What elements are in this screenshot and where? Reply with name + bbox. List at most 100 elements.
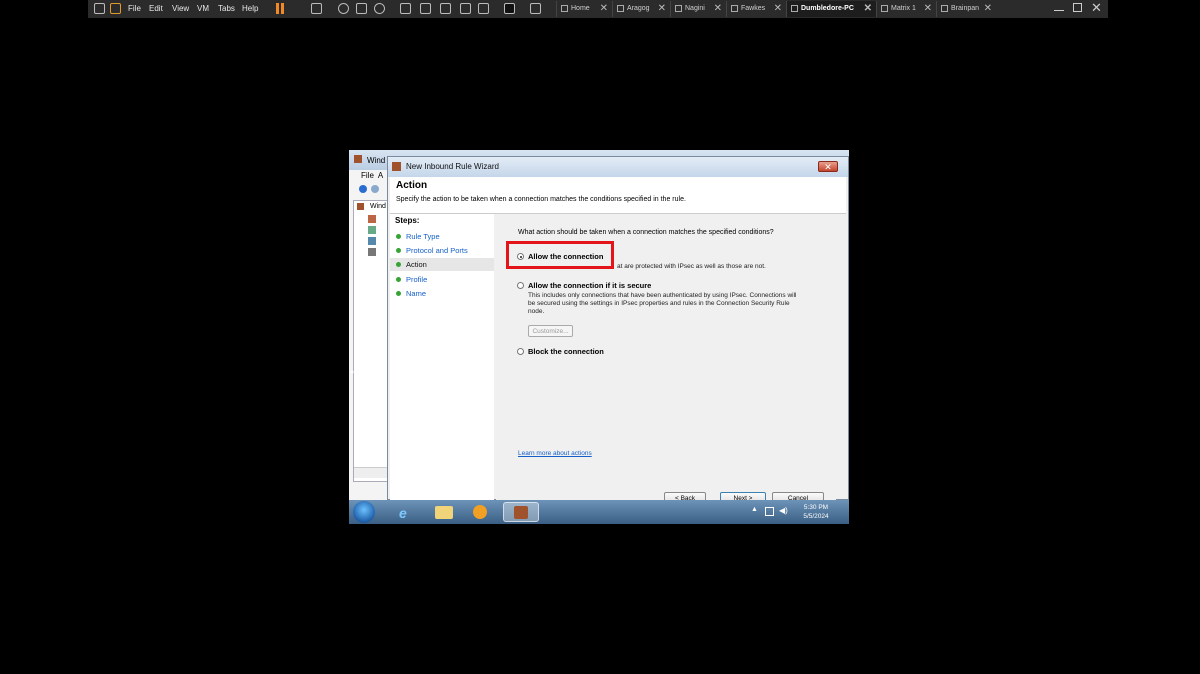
- step-dot-icon: [396, 277, 401, 282]
- step-dot-icon: [396, 234, 401, 239]
- resize-cursor-icon: ⟺: [350, 367, 363, 377]
- menu-vm[interactable]: VM: [197, 4, 209, 13]
- console-icon[interactable]: [504, 3, 515, 14]
- menu-help[interactable]: Help: [242, 4, 258, 13]
- close-icon[interactable]: ✕: [600, 3, 608, 14]
- tree-scrollbar[interactable]: [354, 467, 390, 478]
- fullscreen-icon[interactable]: [440, 3, 451, 14]
- console-menu[interactable]: File A: [361, 171, 383, 180]
- clock[interactable]: 5:30 PM 5/5/2024: [796, 503, 836, 521]
- vm-icon: [731, 5, 738, 12]
- firewall-icon: [392, 162, 401, 171]
- connection-security-icon[interactable]: [368, 237, 376, 245]
- pin-icon[interactable]: [94, 3, 105, 14]
- internet-explorer-button[interactable]: e: [391, 502, 421, 522]
- show-hidden-icons-icon[interactable]: ▲: [751, 506, 758, 513]
- taskbar: e ▲ ◀) 5:30 PM 5/5/2024: [349, 500, 849, 524]
- step-rule-type[interactable]: Rule Type: [390, 230, 494, 243]
- guest-screen[interactable]: Wind File A Wind New Inbound Rule Wizard…: [349, 150, 849, 524]
- stretch-icon[interactable]: [478, 3, 489, 14]
- step-name[interactable]: Name: [390, 287, 494, 300]
- tab-label: Home: [571, 5, 590, 12]
- firewall-console-window: Wind File A Wind New Inbound Rule Wizard…: [349, 150, 849, 504]
- close-icon[interactable]: ✕: [984, 3, 992, 14]
- close-button[interactable]: ✕: [818, 161, 838, 172]
- volume-icon[interactable]: ◀): [779, 506, 788, 515]
- step-label: Action: [406, 260, 427, 269]
- allow-description: at are protected with IPsec as well as t…: [617, 263, 766, 270]
- step-label: Profile: [406, 275, 428, 284]
- block-label[interactable]: Block the connection: [528, 347, 604, 356]
- monitoring-icon[interactable]: [368, 248, 376, 256]
- allow-secure-label[interactable]: Allow the connection if it is secure: [528, 281, 651, 290]
- view-options-icon[interactable]: [530, 3, 541, 14]
- tab-aragog[interactable]: Aragog ✕: [612, 1, 670, 17]
- menu-view[interactable]: View: [172, 4, 189, 13]
- explorer-button[interactable]: [429, 502, 459, 522]
- wizard-titlebar: New Inbound Rule Wizard ✕: [388, 157, 848, 177]
- block-radio[interactable]: [517, 348, 524, 355]
- tab-home[interactable]: Home ✕: [556, 1, 612, 17]
- snapshot-icon[interactable]: [338, 3, 349, 14]
- media-player-icon: [473, 505, 487, 519]
- inbound-rules-icon[interactable]: [368, 215, 376, 223]
- thumbnail-icon[interactable]: [420, 3, 431, 14]
- step-dot-icon: [396, 248, 401, 253]
- allow-secure-description: This includes only connections that have…: [528, 292, 797, 315]
- revert-snapshot-icon[interactable]: [356, 3, 367, 14]
- media-player-button[interactable]: [465, 502, 495, 522]
- clock-date: 5/5/2024: [803, 513, 829, 520]
- send-keys-icon[interactable]: [311, 3, 322, 14]
- allow-secure-radio[interactable]: [517, 282, 524, 289]
- step-label: Name: [406, 289, 427, 298]
- close-icon[interactable]: ✕: [924, 3, 932, 14]
- close-icon[interactable]: ✕: [774, 3, 782, 14]
- close-icon[interactable]: ✕: [714, 3, 722, 14]
- vm-icon: [941, 5, 948, 12]
- start-button[interactable]: [353, 501, 375, 523]
- highlight-box: [506, 241, 614, 269]
- tab-matrix-1[interactable]: Matrix 1 ✕: [876, 1, 936, 17]
- library-icon[interactable]: [110, 3, 121, 14]
- tab-fawkes[interactable]: Fawkes ✕: [726, 1, 786, 17]
- forward-icon[interactable]: [371, 185, 379, 193]
- close-window-icon[interactable]: ✕: [1091, 0, 1102, 16]
- step-profile[interactable]: Profile: [390, 273, 494, 286]
- clock-time: 5:30 PM: [803, 504, 829, 511]
- sidebar-toggle-icon[interactable]: [400, 3, 411, 14]
- restore-icon[interactable]: [1073, 3, 1082, 12]
- tab-dumbledore-pc[interactable]: Dumbledore-PC ✕: [786, 1, 876, 17]
- step-label: Rule Type: [406, 232, 440, 241]
- vm-icon: [881, 5, 888, 12]
- network-icon[interactable]: [765, 507, 774, 516]
- menu-file[interactable]: File: [128, 4, 141, 13]
- firewall-taskbar-button[interactable]: [503, 502, 539, 522]
- menu-tabs[interactable]: Tabs: [218, 4, 235, 13]
- tree-root-label[interactable]: Wind: [370, 203, 386, 210]
- pause-icon[interactable]: [276, 3, 279, 14]
- action-question: What action should be taken when a conne…: [518, 229, 774, 236]
- new-inbound-rule-wizard: New Inbound Rule Wizard ✕ Action Specify…: [387, 156, 849, 504]
- learn-more-link[interactable]: Learn more about actions: [518, 450, 592, 457]
- close-icon[interactable]: ✕: [658, 3, 666, 14]
- unity-icon[interactable]: [460, 3, 471, 14]
- tab-label: Fawkes: [741, 5, 766, 12]
- tab-brainpan[interactable]: Brainpan ✕: [936, 1, 996, 17]
- tab-nagini[interactable]: Nagini ✕: [670, 1, 726, 17]
- step-action[interactable]: Action: [390, 258, 494, 271]
- outbound-rules-icon[interactable]: [368, 226, 376, 234]
- snapshot-manager-icon[interactable]: [374, 3, 385, 14]
- step-protocol-and-ports[interactable]: Protocol and Ports: [390, 244, 494, 257]
- back-icon[interactable]: [359, 185, 367, 193]
- tab-label: Brainpan: [951, 5, 980, 12]
- minimize-icon[interactable]: [1054, 10, 1064, 11]
- wizard-title: New Inbound Rule Wizard: [406, 162, 499, 171]
- customize-button[interactable]: Customize...: [528, 325, 573, 337]
- console-tree[interactable]: Wind: [353, 200, 391, 482]
- page-subtitle: Specify the action to be taken when a co…: [396, 196, 686, 203]
- vmware-toolbar: File Edit View VM Tabs Help Home ✕ Arago…: [88, 0, 1108, 18]
- menu-edit[interactable]: Edit: [149, 4, 163, 13]
- tab-label: Nagini: [685, 5, 705, 12]
- close-icon[interactable]: ✕: [864, 3, 872, 14]
- step-dot-icon: [396, 262, 401, 267]
